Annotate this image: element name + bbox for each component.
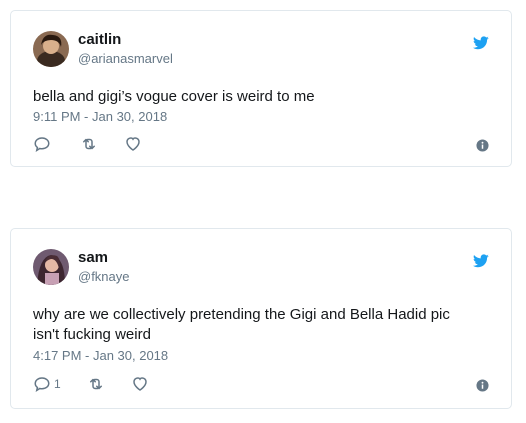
tweet-actions	[33, 134, 168, 154]
info-icon[interactable]	[476, 379, 489, 392]
reply-icon	[34, 377, 50, 392]
timestamp[interactable]: 4:17 PM - Jan 30, 2018	[33, 348, 168, 363]
retweet-button[interactable]	[80, 135, 98, 153]
display-name[interactable]: caitlin	[78, 31, 121, 48]
twitter-bird-icon[interactable]	[473, 254, 489, 268]
user-handle[interactable]: @fknaye	[78, 269, 130, 284]
info-icon[interactable]	[476, 139, 489, 152]
like-button[interactable]	[131, 375, 149, 393]
reply-button[interactable]	[33, 135, 54, 153]
avatar-icon	[33, 249, 69, 285]
retweet-button[interactable]	[87, 375, 105, 393]
retweet-icon	[83, 138, 95, 150]
tweet-text: bella and gigi’s vogue cover is weird to…	[33, 88, 315, 105]
tweet-card[interactable]: caitlin @arianasmarvel bella and gigi’s …	[10, 10, 512, 167]
like-button[interactable]	[124, 135, 142, 153]
timestamp[interactable]: 9:11 PM - Jan 30, 2018	[33, 109, 167, 124]
display-name[interactable]: sam	[78, 249, 108, 266]
like-icon	[132, 377, 147, 391]
user-handle[interactable]: @arianasmarvel	[78, 51, 173, 66]
tweet-card[interactable]: sam @fknaye why are we collectively pret…	[10, 228, 512, 409]
reply-icon	[34, 137, 50, 152]
avatar[interactable]	[33, 249, 69, 285]
like-icon	[126, 137, 140, 151]
reply-count: 1	[54, 377, 61, 391]
avatar[interactable]	[33, 31, 69, 67]
twitter-bird-icon[interactable]	[473, 36, 489, 50]
avatar-icon	[33, 31, 69, 67]
retweet-icon	[89, 378, 102, 390]
tweet-actions: 1	[33, 374, 175, 394]
reply-button[interactable]: 1	[33, 375, 61, 393]
tweet-text: why are we collectively pretending the G…	[33, 306, 450, 343]
